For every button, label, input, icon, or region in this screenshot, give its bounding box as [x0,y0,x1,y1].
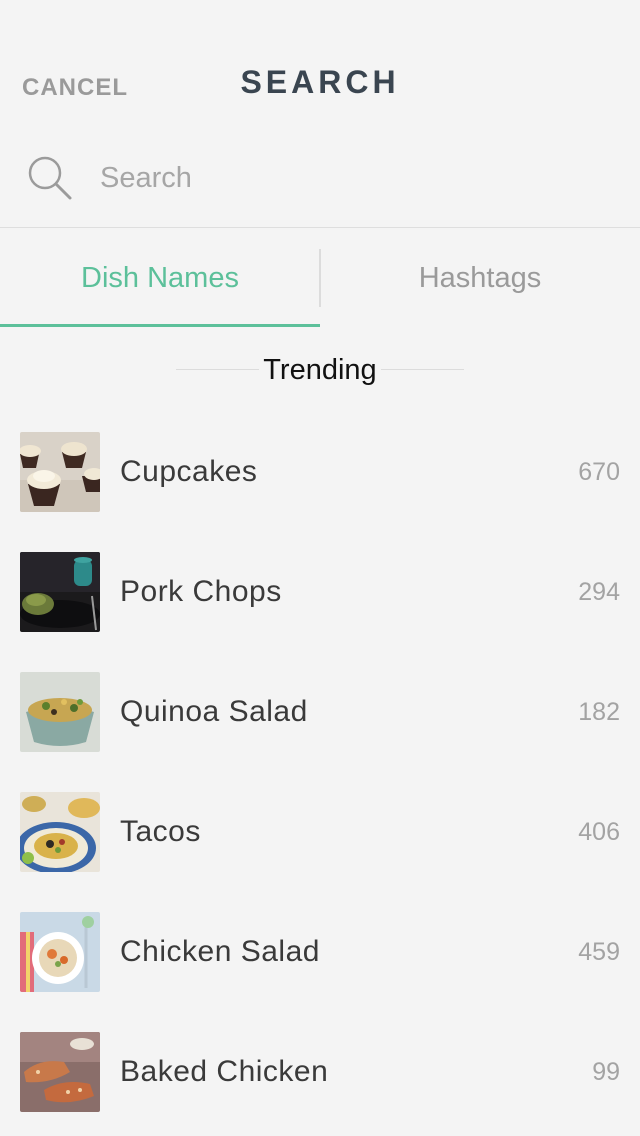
nav-bar: CANCEL SEARCH [0,0,640,130]
dish-count: 406 [578,818,620,846]
tab-bar: Dish Names Hashtags [0,229,640,327]
list-item[interactable]: Tacos 406 [0,772,640,892]
trending-list: Cupcakes 670 Pork Chops 294 Quinoa Salad… [0,412,640,1132]
tab-hashtags[interactable]: Hashtags [320,229,640,327]
list-item[interactable]: Baked Chicken 99 [0,1012,640,1132]
baked-chicken-thumbnail [20,1032,100,1112]
search-bar [0,130,640,228]
search-icon [26,154,74,202]
list-item[interactable]: Quinoa Salad 182 [0,652,640,772]
dish-name: Baked Chicken [120,1055,329,1088]
list-item[interactable]: Cupcakes 670 [0,412,640,532]
search-input[interactable] [100,156,600,200]
dish-count: 182 [578,698,620,726]
pork-chops-thumbnail [20,552,100,632]
list-item[interactable]: Chicken Salad 459 [0,892,640,1012]
dish-count: 294 [578,578,620,606]
dish-count: 99 [592,1058,620,1086]
cupcakes-thumbnail [20,432,100,512]
page-title: SEARCH [240,64,400,100]
chicken-salad-thumbnail [20,912,100,992]
dish-name: Cupcakes [120,455,258,488]
section-title: Trending [259,354,381,386]
quinoa-salad-thumbnail [20,672,100,752]
dish-count: 670 [578,458,620,486]
tacos-thumbnail [20,792,100,872]
dish-name: Pork Chops [120,575,282,608]
dish-count: 459 [578,938,620,966]
list-item[interactable]: Pork Chops 294 [0,532,640,652]
dish-name: Chicken Salad [120,935,320,968]
dish-name: Tacos [120,815,201,848]
tab-dish-names[interactable]: Dish Names [0,229,320,327]
dish-name: Quinoa Salad [120,695,308,728]
trending-header: Trending [176,350,464,390]
